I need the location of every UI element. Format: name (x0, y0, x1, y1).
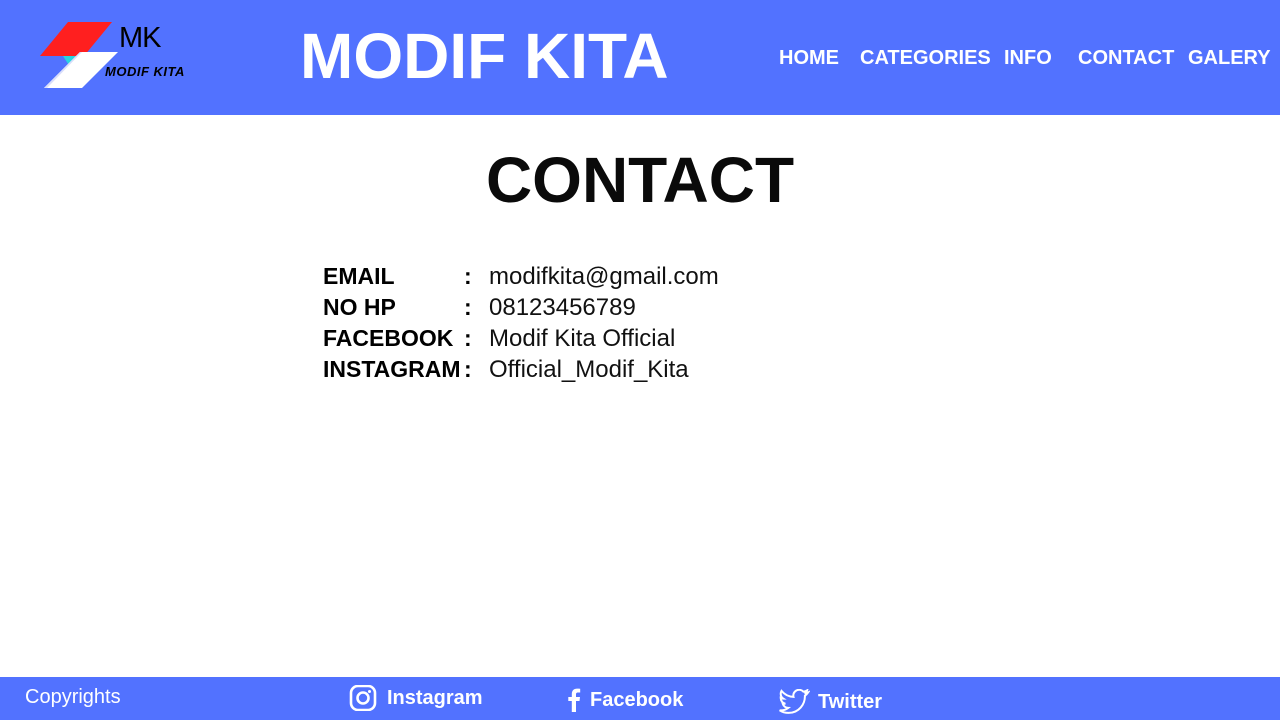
contact-email-value: modifkita@gmail.com (489, 263, 719, 290)
contact-row-phone: NO HP : 08123456789 (323, 293, 823, 324)
instagram-icon (349, 685, 379, 711)
main-nav: HOME CATEGORIES INFO CONTACT GALERY (0, 46, 1280, 70)
page: MK MODIF KITA MODIF KITA HOME CATEGORIES… (0, 0, 1280, 720)
nav-info[interactable]: INFO (1004, 46, 1052, 70)
footer-twitter-link[interactable]: Twitter (778, 687, 882, 717)
contact-separator: : (464, 294, 472, 320)
contact-separator: : (464, 325, 472, 351)
twitter-icon (778, 689, 810, 715)
facebook-icon (566, 687, 582, 713)
footer-instagram-link[interactable]: Instagram (349, 683, 483, 713)
contact-label: EMAIL (323, 263, 395, 289)
contact-row-instagram: INSTAGRAM : Official_Modif_Kita (323, 355, 823, 386)
footer-instagram-label: Instagram (387, 687, 483, 709)
nav-categories[interactable]: CATEGORIES (860, 46, 991, 70)
footer-twitter-label: Twitter (818, 691, 883, 713)
footer-facebook-link[interactable]: Facebook (566, 685, 683, 715)
contact-row-facebook: FACEBOOK : Modif Kita Official (323, 324, 823, 355)
nav-home[interactable]: HOME (779, 46, 839, 70)
contact-list: EMAIL : modifkita@gmail.com NO HP : 0812… (323, 262, 823, 386)
contact-label: NO HP (323, 294, 396, 320)
page-title: CONTACT (485, 144, 795, 216)
contact-facebook-value: Modif Kita Official (489, 325, 676, 352)
site-footer: Copyrights Instagram Facebook Twitter (0, 677, 1280, 720)
contact-label: INSTAGRAM (323, 356, 461, 382)
contact-separator: : (464, 263, 472, 289)
site-header: MK MODIF KITA MODIF KITA HOME CATEGORIES… (0, 0, 1280, 115)
contact-separator: : (464, 356, 472, 382)
footer-facebook-label: Facebook (590, 689, 684, 711)
contact-label: FACEBOOK (323, 325, 454, 351)
contact-row-email: EMAIL : modifkita@gmail.com (323, 262, 823, 293)
copyright-text: Copyrights (25, 686, 121, 708)
contact-instagram-value: Official_Modif_Kita (489, 356, 689, 383)
nav-galery[interactable]: GALERY (1188, 46, 1271, 70)
nav-contact[interactable]: CONTACT (1078, 46, 1174, 70)
contact-phone-value: 08123456789 (489, 294, 636, 321)
